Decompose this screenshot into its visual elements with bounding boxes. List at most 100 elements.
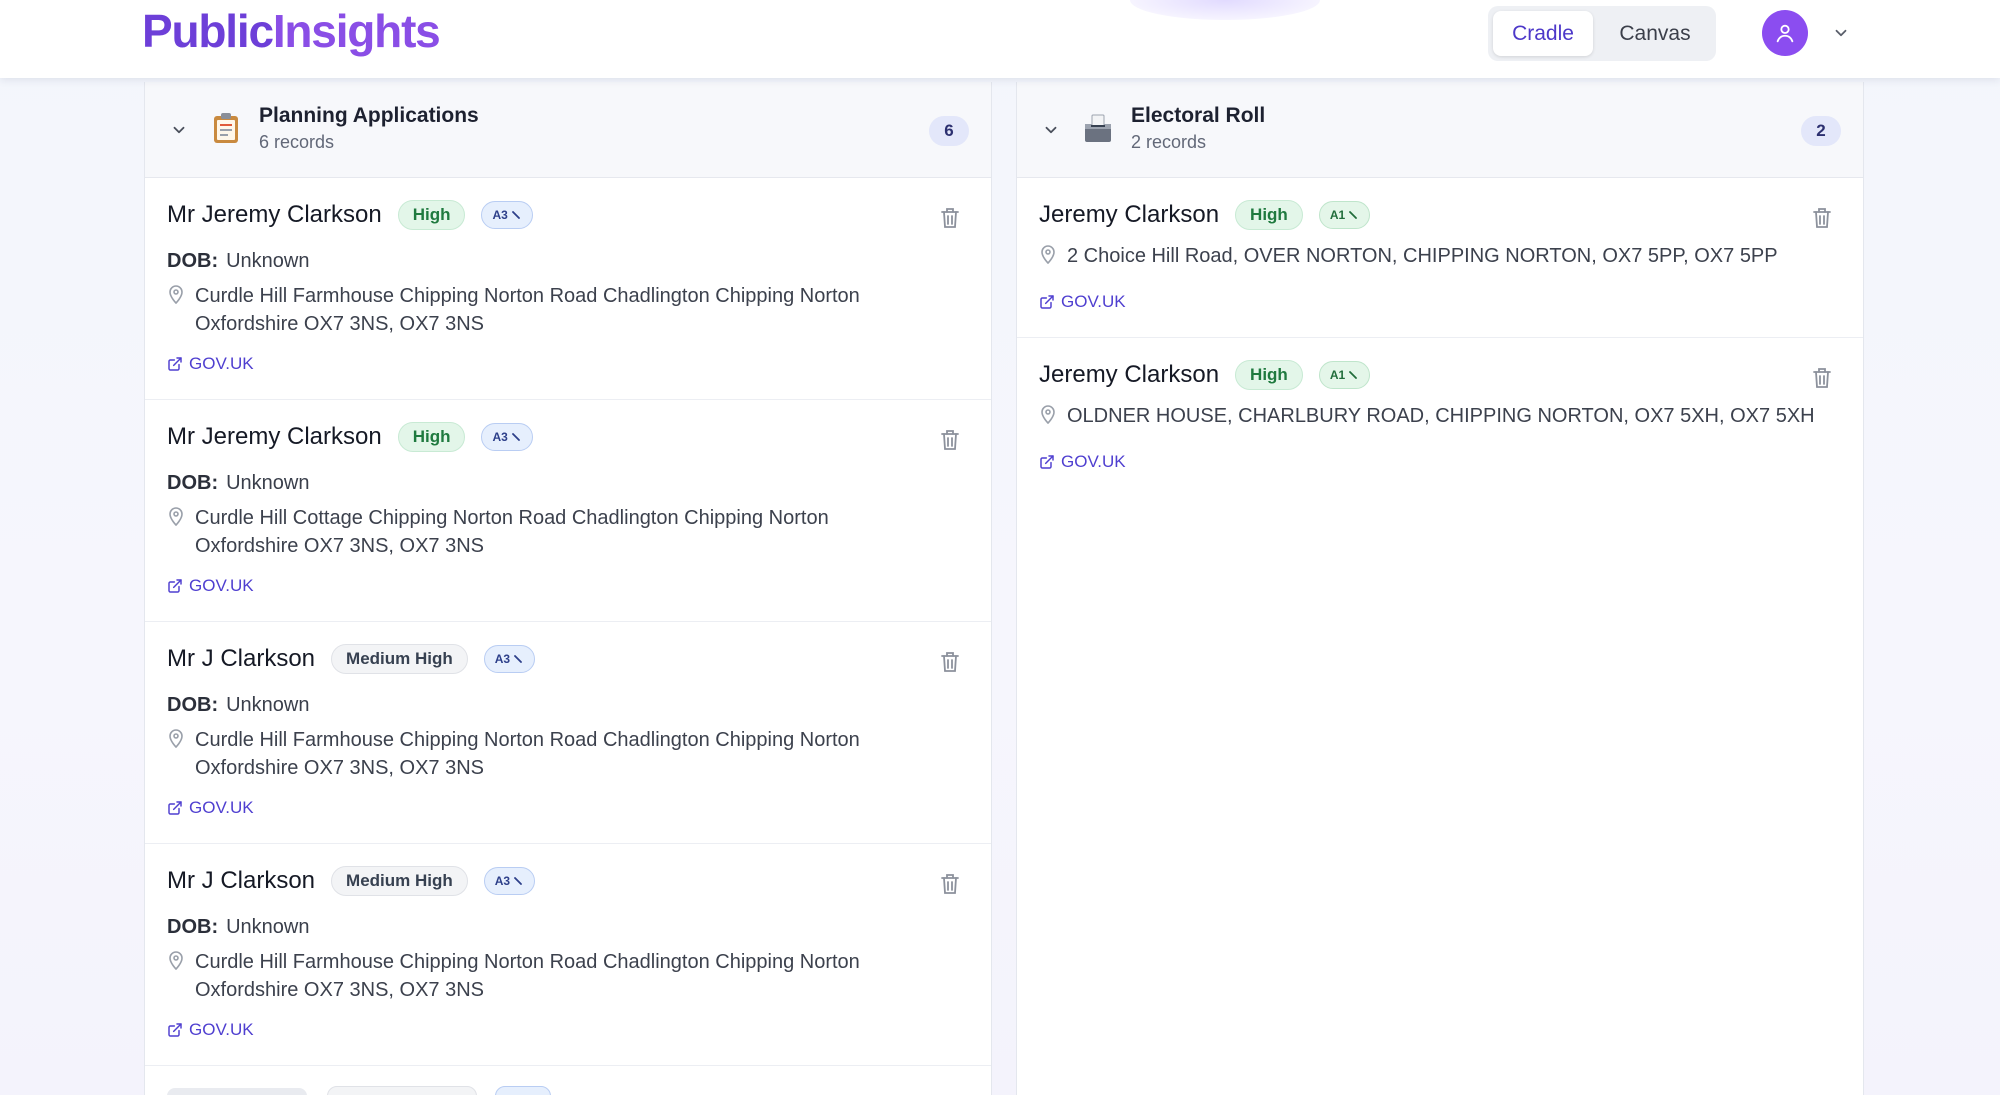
external-link-icon bbox=[168, 579, 182, 593]
panel-title: Electoral Roll bbox=[1131, 104, 1266, 127]
panel-subtitle: 2 records bbox=[1131, 132, 1207, 152]
address-text: Curdle Hill Farmhouse Chipping Norton Ro… bbox=[195, 951, 860, 1001]
link-label: GOV.UK bbox=[189, 1020, 254, 1039]
confidence-badge: Medium High bbox=[331, 644, 468, 674]
address-text: Curdle Hill Farmhouse Chipping Norton Ro… bbox=[195, 729, 860, 779]
record-name: Mr Jeremy Clarkson bbox=[167, 201, 382, 228]
avatar[interactable] bbox=[1762, 10, 1808, 56]
app-logo[interactable]: PublicInsights bbox=[142, 4, 441, 58]
external-link-icon bbox=[168, 801, 182, 815]
match-tag[interactable]: A3 bbox=[481, 201, 533, 229]
record-item: Mr J Clarkson Medium High A3 DOB: Unknown… bbox=[145, 622, 991, 844]
dob-row: DOB: Unknown bbox=[167, 916, 310, 939]
delete-icon[interactable] bbox=[1811, 206, 1833, 230]
match-tag[interactable]: A1 bbox=[1318, 361, 1371, 389]
record-name: Jeremy Clarkson bbox=[1039, 361, 1220, 388]
address-row: Curdle Hill Cottage Chipping Norton Road… bbox=[167, 504, 927, 560]
record-count-badge: 6 bbox=[929, 116, 969, 146]
collapse-toggle[interactable] bbox=[1039, 118, 1063, 142]
record-name-row: Mr J Clarkson Medium High A3 bbox=[167, 866, 536, 896]
clipboard-icon bbox=[214, 113, 238, 143]
address-text: Curdle Hill Cottage Chipping Norton Road… bbox=[195, 507, 829, 557]
location-pin-icon bbox=[169, 951, 183, 970]
external-link-icon bbox=[1040, 295, 1054, 309]
match-tag-label: A3 bbox=[492, 208, 508, 222]
top-bar: PublicInsights Cradle Canvas bbox=[0, 0, 2000, 78]
link-label: GOV.UK bbox=[1061, 452, 1126, 471]
chevron-down-icon bbox=[1045, 126, 1057, 134]
match-tag[interactable]: A1 bbox=[1318, 201, 1371, 229]
electoral-roll-panel: Electoral Roll 2 records 2 Jeremy Clarks… bbox=[1016, 82, 1864, 1095]
record-item: Jeremy Clarkson High A1 2 Choice Hill Ro… bbox=[1017, 178, 1863, 338]
delete-icon[interactable] bbox=[939, 428, 961, 452]
gov-uk-link[interactable]: GOV.UK bbox=[1039, 452, 1126, 472]
address-text: OLDNER HOUSE, CHARLBURY ROAD, CHIPPING N… bbox=[1067, 405, 1815, 427]
record-item: Jeremy Clarkson High A1 OLDNER HOUSE, CH… bbox=[1017, 338, 1863, 498]
match-tag-label: A1 bbox=[1329, 208, 1346, 222]
address-row: OLDNER HOUSE, CHARLBURY ROAD, CHIPPING N… bbox=[1039, 402, 1839, 430]
record-name-row: Mr Jeremy Clarkson High A3 bbox=[167, 200, 533, 230]
record-name: Mr Jeremy Clarkson bbox=[167, 423, 382, 450]
external-link-icon bbox=[168, 1023, 182, 1037]
pencil-icon bbox=[514, 877, 522, 885]
match-tag[interactable]: A3 bbox=[481, 423, 533, 451]
panel-subtitle: 6 records bbox=[259, 132, 335, 152]
link-label: GOV.UK bbox=[189, 354, 254, 373]
gov-uk-link[interactable]: GOV.UK bbox=[167, 354, 254, 374]
match-tag[interactable]: A3 bbox=[483, 867, 536, 895]
account-menu-toggle[interactable] bbox=[1830, 22, 1852, 44]
match-tag-label: A3 bbox=[494, 874, 511, 888]
record-count-badge: 2 bbox=[1801, 116, 1841, 146]
link-label: GOV.UK bbox=[189, 576, 254, 595]
view-option-cradle[interactable]: Cradle bbox=[1493, 11, 1593, 56]
record-item: Mr J Clarkson Medium High A3 DOB: Unknown… bbox=[145, 844, 991, 1066]
confidence-badge: High bbox=[1235, 200, 1303, 230]
dob-value: Unknown bbox=[226, 694, 310, 716]
delete-icon[interactable] bbox=[939, 872, 961, 896]
gov-uk-link[interactable]: GOV.UK bbox=[167, 1020, 254, 1040]
match-tag-placeholder bbox=[495, 1086, 551, 1095]
confidence-badge: High bbox=[1235, 360, 1303, 390]
record-name: Mr J Clarkson bbox=[167, 867, 316, 894]
location-pin-icon bbox=[169, 507, 183, 526]
address-row: Curdle Hill Farmhouse Chipping Norton Ro… bbox=[167, 948, 927, 1004]
user-icon bbox=[1776, 24, 1794, 43]
address-text: Curdle Hill Farmhouse Chipping Norton Ro… bbox=[195, 285, 860, 335]
location-pin-icon bbox=[1041, 405, 1055, 424]
planning-applications-panel: Planning Applications 6 records 6 Mr Jer… bbox=[144, 82, 992, 1095]
panel-header[interactable]: Electoral Roll 2 records 2 bbox=[1017, 82, 1863, 178]
gov-uk-link[interactable]: GOV.UK bbox=[167, 576, 254, 596]
link-label: GOV.UK bbox=[1061, 292, 1126, 311]
pencil-icon bbox=[514, 655, 522, 663]
dob-row: DOB: Unknown bbox=[167, 694, 310, 717]
location-pin-icon bbox=[169, 285, 183, 304]
delete-icon[interactable] bbox=[1811, 366, 1833, 390]
logo-text-insights: Insights bbox=[272, 5, 441, 57]
record-name-row: Jeremy Clarkson High A1 bbox=[1039, 360, 1371, 390]
address-row: Curdle Hill Farmhouse Chipping Norton Ro… bbox=[167, 282, 927, 338]
view-option-canvas[interactable]: Canvas bbox=[1599, 11, 1711, 56]
panel-header[interactable]: Planning Applications 6 records 6 bbox=[145, 82, 991, 178]
dob-value: Unknown bbox=[226, 916, 310, 938]
match-tag[interactable]: A3 bbox=[483, 645, 536, 673]
gov-uk-link[interactable]: GOV.UK bbox=[167, 798, 254, 818]
record-item-partial bbox=[145, 1066, 991, 1095]
chevron-down-icon bbox=[1835, 29, 1847, 37]
delete-icon[interactable] bbox=[939, 650, 961, 674]
record-name-row: Mr Jeremy Clarkson High A3 bbox=[167, 422, 533, 452]
chevron-down-icon bbox=[173, 126, 185, 134]
record-name-placeholder bbox=[167, 1088, 307, 1095]
record-name-row: Mr J Clarkson Medium High A3 bbox=[167, 644, 536, 674]
record-name-row: Jeremy Clarkson High A1 bbox=[1039, 200, 1371, 230]
gov-uk-link[interactable]: GOV.UK bbox=[1039, 292, 1126, 312]
external-link-icon bbox=[1040, 455, 1054, 469]
delete-icon[interactable] bbox=[939, 206, 961, 230]
record-name: Jeremy Clarkson bbox=[1039, 201, 1220, 228]
match-tag-label: A1 bbox=[1329, 368, 1346, 382]
dob-label: DOB: bbox=[167, 472, 219, 494]
location-pin-icon bbox=[169, 729, 183, 748]
match-tag-label: A3 bbox=[494, 652, 511, 666]
collapse-toggle[interactable] bbox=[167, 118, 191, 142]
dob-label: DOB: bbox=[167, 694, 219, 716]
view-switcher: Cradle Canvas bbox=[1488, 6, 1716, 61]
